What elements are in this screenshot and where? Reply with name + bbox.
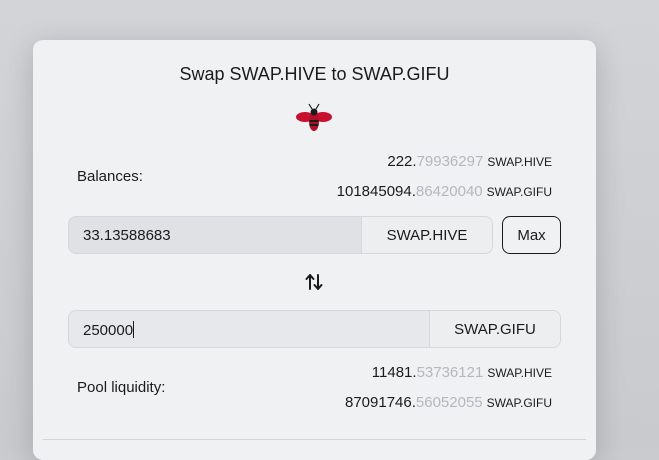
pool-integer: 87091746. <box>345 394 416 411</box>
balance-decimals: 86420040 <box>415 183 483 200</box>
balance-swap-gifu: 101845094.86420040 SWAP.GIFU <box>337 183 552 200</box>
balances-label: Balances: <box>77 168 143 185</box>
pool-symbol: SWAP.GIFU <box>486 396 552 410</box>
text-caret <box>133 321 135 338</box>
from-token-button[interactable]: SWAP.HIVE <box>361 217 492 253</box>
balance-swap-hive: 222.79936297 SWAP.HIVE <box>387 153 552 170</box>
pool-decimals: 56052055 <box>415 394 483 411</box>
to-token-button[interactable]: SWAP.GIFU <box>429 311 560 347</box>
pool-symbol: SWAP.HIVE <box>487 366 552 380</box>
hive-bee-logo <box>296 103 332 131</box>
divider <box>43 439 586 440</box>
balance-decimals: 79936297 <box>416 153 484 170</box>
pool-swap-gifu: 87091746.56052055 SWAP.GIFU <box>345 394 552 411</box>
pool-liquidity-label: Pool liquidity: <box>77 379 166 396</box>
pool-swap-hive: 11481.53736121 SWAP.HIVE <box>372 364 552 381</box>
max-button[interactable]: Max <box>502 216 561 254</box>
from-amount-field[interactable]: 33.13588683 SWAP.HIVE <box>68 216 493 254</box>
pool-integer: 11481. <box>371 364 417 381</box>
from-amount-input[interactable]: 33.13588683 <box>83 227 171 244</box>
balance-integer: 222. <box>387 153 417 170</box>
pool-decimals: 53736121 <box>416 364 484 381</box>
modal-title: Swap SWAP.HIVE to SWAP.GIFU <box>179 64 450 84</box>
to-amount-field[interactable]: 250000 SWAP.GIFU <box>68 310 561 348</box>
balance-symbol: SWAP.HIVE <box>487 155 552 169</box>
to-amount-input[interactable]: 250000 <box>83 321 135 339</box>
swap-arrows-icon[interactable] <box>305 272 323 292</box>
swap-modal: Swap SWAP.HIVE to SWAP.GIFU Balances: 22… <box>33 40 596 460</box>
balance-integer: 101845094. <box>336 183 416 200</box>
balance-symbol: SWAP.GIFU <box>486 185 552 199</box>
to-amount-value: 250000 <box>83 322 134 339</box>
